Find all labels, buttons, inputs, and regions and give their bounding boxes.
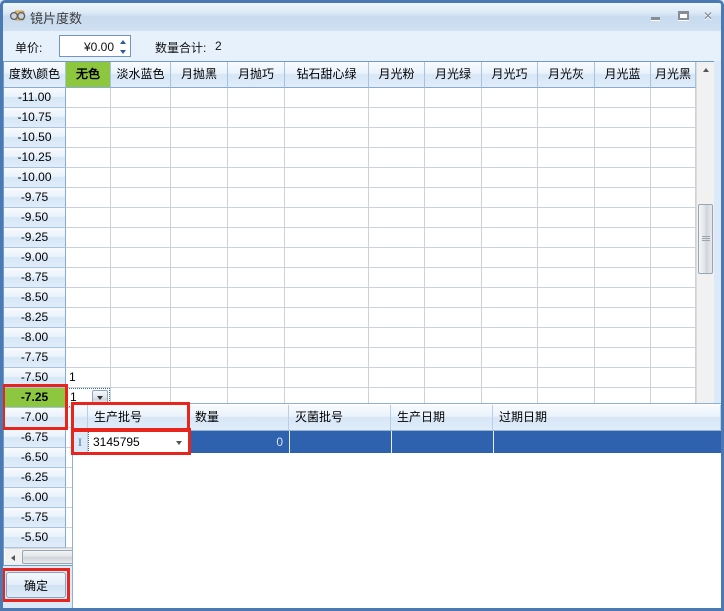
row-header--8.00[interactable]: -8.00 (4, 328, 66, 348)
batch-number-value: 3145795 (93, 435, 140, 449)
row-header--10.00[interactable]: -10.00 (4, 168, 66, 188)
lens-power-window: 镜片度数 ✕ 单价: ¥0.00 数量合计: 2 度数\颜色 无色 淡水蓝色 月抛黑月… (0, 0, 724, 611)
row-header--9.50[interactable]: -9.50 (4, 208, 66, 228)
column-header-10[interactable]: 月光蓝 (595, 62, 651, 88)
title-bar[interactable]: 镜片度数 ✕ (0, 0, 724, 31)
quantity-total-label: 数量合计: (155, 41, 207, 55)
batch-column-header-2[interactable]: 数量 (189, 405, 289, 431)
unit-price-spinner[interactable]: ¥0.00 (59, 35, 131, 57)
unit-price-label: 单价: (15, 41, 43, 55)
batch-column-header-4[interactable]: 生产日期 (391, 405, 493, 431)
ok-button-label: 确定 (23, 578, 48, 593)
row-header--6.25[interactable]: -6.25 (4, 468, 66, 488)
batch-column-header-1[interactable]: 生产批号 (88, 405, 189, 431)
batch-number-combobox[interactable]: 3145795 (88, 431, 189, 453)
scroll-up-icon[interactable] (697, 62, 715, 78)
scroll-left-icon[interactable] (5, 549, 21, 566)
minimize-button[interactable] (644, 7, 666, 23)
row-header--8.25[interactable]: -8.25 (4, 308, 66, 328)
row-header--5.50[interactable]: -5.50 (4, 528, 66, 548)
column-header-6[interactable]: 月光粉 (369, 62, 425, 88)
row-header--7.50[interactable]: -7.50 (4, 368, 66, 388)
quantity-total-value: 2 (215, 39, 222, 53)
maximize-icon (677, 11, 689, 20)
row-header--8.50[interactable]: -8.50 (4, 288, 66, 308)
row-header--9.75[interactable]: -9.75 (4, 188, 66, 208)
column-header-7[interactable]: 月光绿 (425, 62, 482, 88)
close-icon: ✕ (702, 9, 714, 23)
row-header--5.75[interactable]: -5.75 (4, 508, 66, 528)
spinner-down-icon[interactable] (117, 47, 128, 56)
vertical-scrollbar-thumb[interactable] (698, 204, 713, 274)
chevron-down-icon (97, 396, 103, 400)
batch-cell-灭菌批号[interactable] (289, 431, 391, 453)
row-header--10.25[interactable]: -10.25 (4, 148, 66, 168)
batch-cell-过期日期[interactable] (493, 431, 721, 453)
unit-price-value: ¥0.00 (83, 40, 114, 54)
column-header-5[interactable]: 钻石甜心绿 (285, 62, 369, 88)
batch-cell-生产日期[interactable] (391, 431, 493, 453)
column-header-2[interactable]: 淡水蓝色 (111, 62, 171, 88)
close-button[interactable]: ✕ (697, 7, 719, 23)
row-header--7.25[interactable]: -7.25 (4, 388, 66, 408)
row-header--7.00[interactable]: -7.00 (4, 408, 66, 428)
toolbar: 单价: ¥0.00 数量合计: 2 (3, 31, 721, 61)
minimize-icon (650, 17, 660, 20)
batch-indicator-header (73, 405, 88, 431)
batch-panel: I 3145795 生产批号 数量 灭菌批号 生产日期 过期日期 0 (72, 403, 721, 608)
row-header--10.50[interactable]: -10.50 (4, 128, 66, 148)
row-header--11.00[interactable]: -11.00 (4, 88, 66, 108)
batch-column-header-3[interactable]: 灭菌批号 (289, 405, 391, 431)
spinner-up-icon[interactable] (117, 37, 128, 46)
column-header-9[interactable]: 月光灰 (538, 62, 595, 88)
row-header--8.75[interactable]: -8.75 (4, 268, 66, 288)
maximize-button[interactable] (672, 7, 694, 23)
ok-button[interactable]: 确定 (6, 572, 66, 598)
column-header-8[interactable]: 月光巧 (482, 62, 538, 88)
eyeglasses-icon (9, 10, 26, 21)
column-header-1[interactable]: 无色 (66, 62, 111, 88)
row-header--10.75[interactable]: -10.75 (4, 108, 66, 128)
row-indicator-cell: I (73, 431, 88, 453)
row-header--6.75[interactable]: -6.75 (4, 428, 66, 448)
row-header--9.00[interactable]: -9.00 (4, 248, 66, 268)
row-header--7.75[interactable]: -7.75 (4, 348, 66, 368)
row-header--6.50[interactable]: -6.50 (4, 448, 66, 468)
row-header--9.25[interactable]: -9.25 (4, 228, 66, 248)
row-header--6.00[interactable]: -6.00 (4, 488, 66, 508)
batch-column-header-5[interactable]: 过期日期 (493, 405, 721, 431)
column-header-3[interactable]: 月抛黑 (171, 62, 228, 88)
cell-value--7.50[interactable]: 1 (66, 368, 110, 387)
window-title: 镜片度数 (30, 11, 83, 26)
column-header-11[interactable]: 月光黑 (651, 62, 696, 88)
corner-header[interactable]: 度数\颜色 (4, 62, 66, 88)
chevron-down-icon (176, 441, 182, 445)
column-header-4[interactable]: 月抛巧 (228, 62, 285, 88)
batch-cell-数量[interactable]: 0 (189, 431, 289, 453)
